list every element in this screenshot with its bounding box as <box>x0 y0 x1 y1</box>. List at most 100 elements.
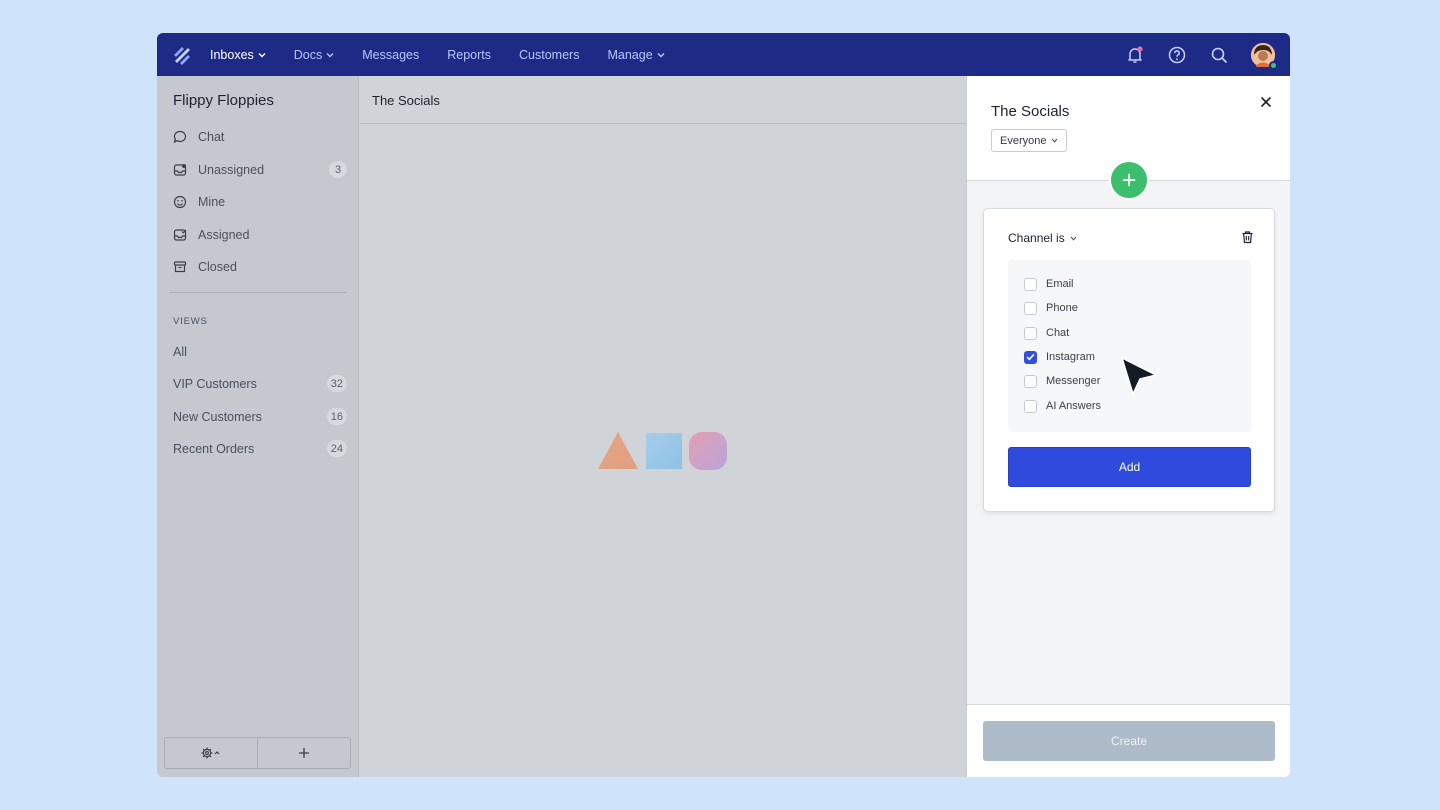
view-item-all[interactable]: All <box>173 341 347 363</box>
option-label: Instagram <box>1046 351 1095 363</box>
condition-label: Channel is <box>1008 231 1065 245</box>
add-condition-button[interactable] <box>1109 160 1149 200</box>
main-content: The Socials <box>360 76 966 777</box>
option-label: Messenger <box>1046 375 1101 387</box>
nav-reports[interactable]: Reports <box>447 48 491 62</box>
search-icon[interactable] <box>1209 45 1229 65</box>
checkbox[interactable] <box>1024 399 1037 413</box>
nav-label: Inboxes <box>210 47 254 62</box>
nav-label: Messages <box>362 47 420 62</box>
sidebar-item-label: Chat <box>198 130 225 144</box>
nav-messages[interactable]: Messages <box>362 48 419 62</box>
option-ai-answers[interactable]: AI Answers <box>1024 398 1101 414</box>
online-status-dot <box>1269 61 1278 70</box>
panel-title[interactable]: The Socials <box>991 103 1069 120</box>
chevron-down-icon <box>1052 138 1058 143</box>
view-item-label: VIP Customers <box>173 377 257 391</box>
option-label: Chat <box>1046 327 1070 339</box>
plus-icon <box>299 748 309 758</box>
option-chat[interactable]: Chat <box>1024 325 1069 341</box>
archive-icon <box>173 261 187 273</box>
checkbox[interactable] <box>1024 277 1037 291</box>
count-badge: 32 <box>326 375 347 392</box>
view-item-vip-customers[interactable]: VIP Customers 32 <box>173 373 347 395</box>
nav-docs[interactable]: Docs <box>294 48 334 62</box>
nav-label: Reports <box>447 47 492 62</box>
checkbox[interactable] <box>1024 326 1037 340</box>
audience-dropdown[interactable]: Everyone <box>991 129 1068 152</box>
nav-label: Docs <box>293 47 323 62</box>
sidebar-item-assigned[interactable]: Assigned <box>173 224 347 246</box>
option-instagram[interactable]: Instagram <box>1024 349 1095 365</box>
condition-dropdown[interactable]: Channel is <box>1008 231 1077 245</box>
chat-bubble-icon <box>173 130 187 144</box>
bell-icon[interactable] <box>1125 45 1145 65</box>
main-header: The Socials <box>360 76 966 124</box>
sidebar-item-closed[interactable]: Closed <box>173 256 347 278</box>
add-button[interactable]: Add <box>1008 447 1251 487</box>
nav-label: Manage <box>607 47 653 62</box>
top-navigation-bar: Inboxes Docs Messages Reports Customers … <box>157 33 1290 76</box>
audience-value: Everyone <box>1000 134 1047 147</box>
new-mailbox-button[interactable] <box>257 738 350 768</box>
sidebar-divider <box>169 292 347 293</box>
view-item-new-customers[interactable]: New Customers 16 <box>173 406 347 428</box>
nav-inboxes[interactable]: Inboxes <box>210 48 266 62</box>
channel-options: Email Phone Chat Instagram Messenger AI … <box>1008 260 1251 432</box>
view-item-label: Recent Orders <box>173 442 255 456</box>
count-badge: 16 <box>326 408 347 425</box>
option-label: Phone <box>1046 302 1078 314</box>
user-avatar[interactable] <box>1251 43 1278 70</box>
chevron-down-icon <box>1070 236 1077 241</box>
count-badge: 24 <box>326 440 347 457</box>
page-title: The Socials <box>372 93 440 108</box>
smiley-icon <box>173 195 187 209</box>
checkbox[interactable] <box>1024 301 1037 315</box>
create-button[interactable]: Create <box>983 721 1275 761</box>
trash-icon[interactable] <box>1241 230 1254 244</box>
nav-label: Customers <box>519 47 580 62</box>
view-item-label: New Customers <box>173 410 262 424</box>
sidebar-item-chat[interactable]: Chat <box>173 126 347 148</box>
option-label: AI Answers <box>1046 400 1102 412</box>
nav-manage[interactable]: Manage <box>607 47 665 62</box>
option-email[interactable]: Email <box>1024 276 1074 292</box>
count-badge: 3 <box>329 161 347 178</box>
sidebar-item-label: Closed <box>198 260 237 274</box>
option-label: Email <box>1046 278 1074 290</box>
view-item-label: All <box>173 345 187 359</box>
chevron-down-icon <box>326 52 334 57</box>
mailbox-title: Flippy Floppies <box>173 92 274 109</box>
sidebar-item-mine[interactable]: Mine <box>173 191 347 213</box>
sidebar-footer <box>164 737 351 769</box>
checkbox-checked[interactable] <box>1024 350 1037 364</box>
plus-icon <box>1122 173 1136 187</box>
app-window: Inboxes Docs Messages Reports Customers … <box>157 33 1290 777</box>
sidebar-item-label: Assigned <box>198 228 250 242</box>
chevron-down-icon <box>657 52 665 57</box>
help-icon[interactable] <box>1167 45 1187 65</box>
checkbox[interactable] <box>1024 374 1037 388</box>
sidebar-item-label: Mine <box>198 195 226 209</box>
sidebar-item-unassigned[interactable]: Unassigned 3 <box>173 159 347 181</box>
chevron-down-icon <box>258 52 266 57</box>
helpscout-logo-icon[interactable] <box>171 44 193 66</box>
views-heading: VIEWS <box>173 316 208 327</box>
option-phone[interactable]: Phone <box>1024 300 1078 316</box>
main-nav: Inboxes Docs Messages Reports Customers … <box>210 33 693 76</box>
empty-state-shapes-icon <box>598 432 727 470</box>
mouse-pointer-icon <box>1121 357 1157 395</box>
checkmark-icon <box>1026 353 1035 361</box>
settings-button[interactable] <box>165 738 257 768</box>
inbox-icon <box>173 164 187 176</box>
nav-customers[interactable]: Customers <box>519 48 579 62</box>
view-item-recent-orders[interactable]: Recent Orders 24 <box>173 438 347 460</box>
sidebar-item-label: Unassigned <box>198 163 265 177</box>
sidebar: Flippy Floppies Chat Unassigned 3 Mine A… <box>157 76 359 777</box>
close-icon[interactable] <box>1259 95 1273 109</box>
panel-footer: Create <box>967 704 1290 777</box>
gear-icon <box>201 747 220 759</box>
new-view-panel: The Socials Everyone Channel is Email Ph… <box>966 76 1290 777</box>
option-messenger[interactable]: Messenger <box>1024 373 1100 389</box>
inbox-check-icon <box>173 229 187 241</box>
